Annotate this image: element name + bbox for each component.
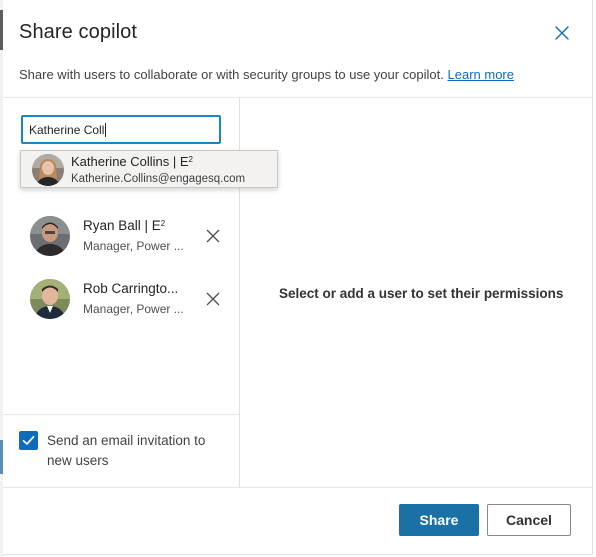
user-name: Ryan Ball | E2 [83,218,166,233]
email-invite-label: Send an email invitation to new users [47,433,206,468]
suggestion-name: Katherine Collins | E2 [71,154,193,169]
footer-divider [3,487,592,488]
search-input-value: Katherine Coll [29,122,105,137]
avatar-katherine [32,154,64,186]
text-caret [105,122,107,137]
remove-user-icon[interactable] [206,229,220,243]
permissions-placeholder: Select or add a user to set their permis… [279,286,564,301]
user-name: Rob Carringto... [83,281,179,296]
search-input[interactable]: Katherine Coll [21,115,221,144]
cancel-button[interactable]: Cancel [487,504,571,536]
email-invite-checkbox[interactable] [19,431,38,450]
avatar-ryan [30,216,70,256]
share-dialog: Share copilot Share with users to collab… [3,0,593,555]
avatar-rob [30,279,70,319]
dialog-subtitle: Share with users to collaborate or with … [19,67,514,82]
dialog-title: Share copilot [19,21,138,43]
close-icon[interactable] [554,25,570,41]
people-suggestion-item[interactable]: Katherine Collins | E2 Katherine.Collins… [20,150,278,188]
left-pane-divider [3,414,239,415]
checkmark-icon [22,435,35,445]
user-list-item: Ryan Ball | E2 Manager, Power ... [30,216,230,260]
learn-more-link[interactable]: Learn more [448,67,514,82]
user-list-item: Rob Carringto... Manager, Power ... [30,279,230,323]
user-role: Manager, Power ... [83,302,184,316]
user-role: Manager, Power ... [83,239,184,253]
share-button[interactable]: Share [399,504,479,536]
suggestion-email: Katherine.Collins@engagesq.com [71,173,246,185]
subtitle-text: Share with users to collaborate or with … [19,67,444,82]
remove-user-icon[interactable] [206,292,220,306]
